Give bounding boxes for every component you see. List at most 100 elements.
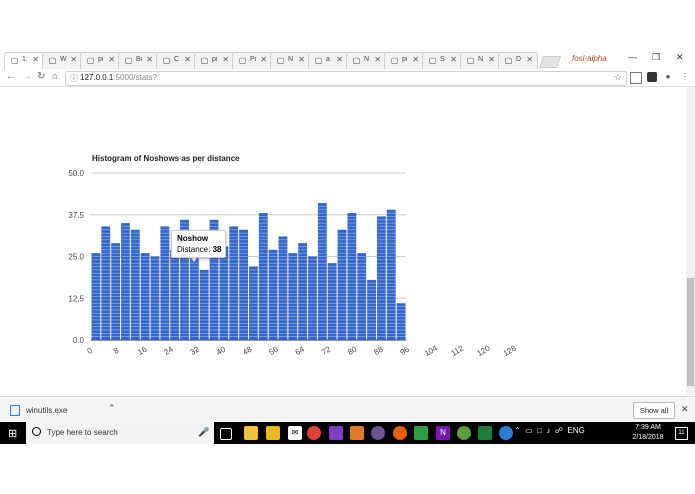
language-indicator[interactable]: ENG — [567, 426, 584, 435]
histogram-bar — [376, 216, 386, 340]
system-tray[interactable]: ⌃ ▭ □ ♪ ☍ ENG — [514, 426, 585, 435]
forward-icon[interactable]: → — [22, 71, 32, 82]
mail-icon[interactable]: ✉ — [288, 426, 302, 440]
home-icon[interactable]: ⌂ — [52, 71, 58, 82]
browser-tab[interactable]: ▢ pi ✕ — [384, 52, 424, 69]
app-icon[interactable] — [266, 426, 280, 440]
extension-icon[interactable]: ● — [663, 72, 673, 82]
tab-close-icon[interactable]: ✕ — [184, 55, 191, 64]
restore-icon[interactable]: ❐ — [652, 52, 660, 63]
tab-label: pi — [98, 56, 104, 63]
task-view-icon[interactable] — [220, 428, 232, 440]
browser-tab[interactable]: ▢ 1: ✕ — [4, 52, 44, 69]
app-icon[interactable] — [350, 426, 364, 440]
y-tick-label: 50.0 — [68, 169, 84, 178]
browser-tab[interactable]: ▢ N ✕ — [270, 52, 310, 69]
browser-tab[interactable]: ▢ Pi ✕ — [232, 52, 272, 69]
python-icon: ▢ — [238, 56, 247, 65]
scrollbar-thumb[interactable] — [687, 278, 694, 386]
tab-close-icon[interactable]: ✕ — [450, 55, 457, 64]
browser-tab[interactable]: ▢ pi ✕ — [194, 52, 234, 69]
tab-close-icon[interactable]: ✕ — [374, 55, 381, 64]
extension-icon[interactable] — [630, 72, 642, 84]
new-tab-button[interactable] — [538, 56, 562, 68]
x-tick-label: 24 — [162, 344, 175, 357]
browser-tab[interactable]: ▢ N ✕ — [460, 52, 500, 69]
reload-icon[interactable]: ↻ — [37, 71, 45, 82]
tab-close-icon[interactable]: ✕ — [222, 55, 229, 64]
tab-label: W — [60, 56, 67, 63]
tab-close-icon[interactable]: ✕ — [108, 55, 115, 64]
browser-tab[interactable]: ▢ D ✕ — [498, 52, 538, 69]
microphone-icon[interactable]: 🎤 — [198, 427, 209, 438]
browser-tab[interactable]: ▢ W ✕ — [42, 52, 82, 69]
profile-name[interactable]: fosl-alpha — [572, 54, 607, 63]
taskbar-clock[interactable]: 7:39 AM 2/18/2018 — [628, 423, 668, 443]
onenote-icon[interactable]: N — [436, 426, 450, 440]
chrome-icon[interactable] — [307, 426, 321, 440]
menu-icon[interactable]: ⋮ — [680, 72, 690, 82]
chevron-up-icon[interactable]: ⌃ — [108, 403, 116, 414]
histogram-bar — [308, 256, 317, 340]
github-icon[interactable] — [371, 426, 385, 440]
back-icon[interactable]: ← — [6, 71, 16, 82]
firefox-icon[interactable] — [393, 426, 407, 440]
pluralsight-icon: ▢ — [200, 56, 209, 65]
chart-tooltip: Noshow Distance: 38 — [171, 230, 226, 258]
browser-tab[interactable]: ▢ a ✕ — [308, 52, 348, 69]
app-icon[interactable] — [499, 426, 513, 440]
address-bar[interactable]: ⓘ 127.0.0.1:5000/stats? ☆ — [65, 71, 627, 86]
tab-close-icon[interactable]: ✕ — [32, 55, 39, 64]
extension-icon[interactable] — [647, 72, 657, 82]
close-icon[interactable]: ✕ — [681, 404, 689, 415]
show-all-button[interactable]: Show all — [633, 402, 675, 419]
app-icon[interactable] — [414, 426, 428, 440]
ide-icon[interactable] — [329, 426, 343, 440]
excel-icon[interactable] — [478, 426, 492, 440]
x-tick-label: 80 — [346, 344, 359, 357]
file-explorer-icon[interactable] — [244, 426, 258, 440]
clock-date: 2/18/2018 — [632, 434, 664, 441]
tab-close-icon[interactable]: ✕ — [488, 55, 495, 64]
x-tick-label: 64 — [294, 344, 307, 357]
taskbar-search[interactable]: Type here to search 🎤 — [26, 422, 214, 444]
whatsapp-icon: ▢ — [48, 56, 57, 65]
tab-close-icon[interactable]: ✕ — [146, 55, 153, 64]
url-path: :5000/stats? — [113, 73, 157, 82]
browser-tab[interactable]: ▢ S ✕ — [422, 52, 462, 69]
folder-icon: ▢ — [466, 56, 475, 65]
tab-close-icon[interactable]: ✕ — [70, 55, 77, 64]
bookmark-star-icon[interactable]: ☆ — [614, 72, 622, 83]
bi-icon: ▢ — [124, 56, 133, 65]
y-tick-label: 25.0 — [68, 253, 84, 262]
x-tick-label: 0 — [86, 346, 95, 356]
tooltip-value: 38 — [212, 245, 222, 254]
histogram-bar — [327, 263, 337, 340]
tab-label: D — [516, 56, 522, 63]
tab-close-icon[interactable]: ✕ — [260, 55, 267, 64]
browser-tab[interactable]: ▢ C ✕ — [156, 52, 196, 69]
notifications-badge[interactable]: 11 — [675, 427, 688, 440]
pluralsight-icon: ▢ — [86, 56, 95, 65]
histogram-bar — [317, 203, 327, 340]
pluralsight-icon: ▢ — [390, 56, 399, 65]
tab-close-icon[interactable]: ✕ — [336, 55, 343, 64]
x-tick-label: 88 — [372, 344, 385, 357]
info-icon[interactable]: ⓘ — [70, 73, 78, 84]
tab-close-icon[interactable]: ✕ — [298, 55, 305, 64]
tab-close-icon[interactable]: ✕ — [526, 55, 533, 64]
browser-tab[interactable]: ▢ Bi ✕ — [118, 52, 158, 69]
windows-start-icon[interactable]: ⊞ — [8, 427, 17, 440]
minimize-icon[interactable]: — — [628, 52, 637, 62]
browser-tab[interactable]: ▢ pi ✕ — [80, 52, 120, 69]
download-file-name[interactable]: winutils.exe — [26, 406, 67, 415]
browser-tab[interactable]: ▢ N ✕ — [346, 52, 386, 69]
x-tick-label: 40 — [215, 344, 228, 357]
tab-close-icon[interactable]: ✕ — [412, 55, 419, 64]
x-tick-label: 32 — [189, 344, 202, 357]
tab-label: 1: — [22, 56, 28, 63]
download-file-icon[interactable] — [10, 405, 20, 416]
histogram-chart: 0.0 12.5 25.0 37.5 50.0 0 8 16 24 32 40 48 56 64 72 80 8… — [68, 169, 518, 358]
window-close-icon[interactable]: ✕ — [676, 52, 684, 63]
app-icon[interactable] — [457, 426, 471, 440]
